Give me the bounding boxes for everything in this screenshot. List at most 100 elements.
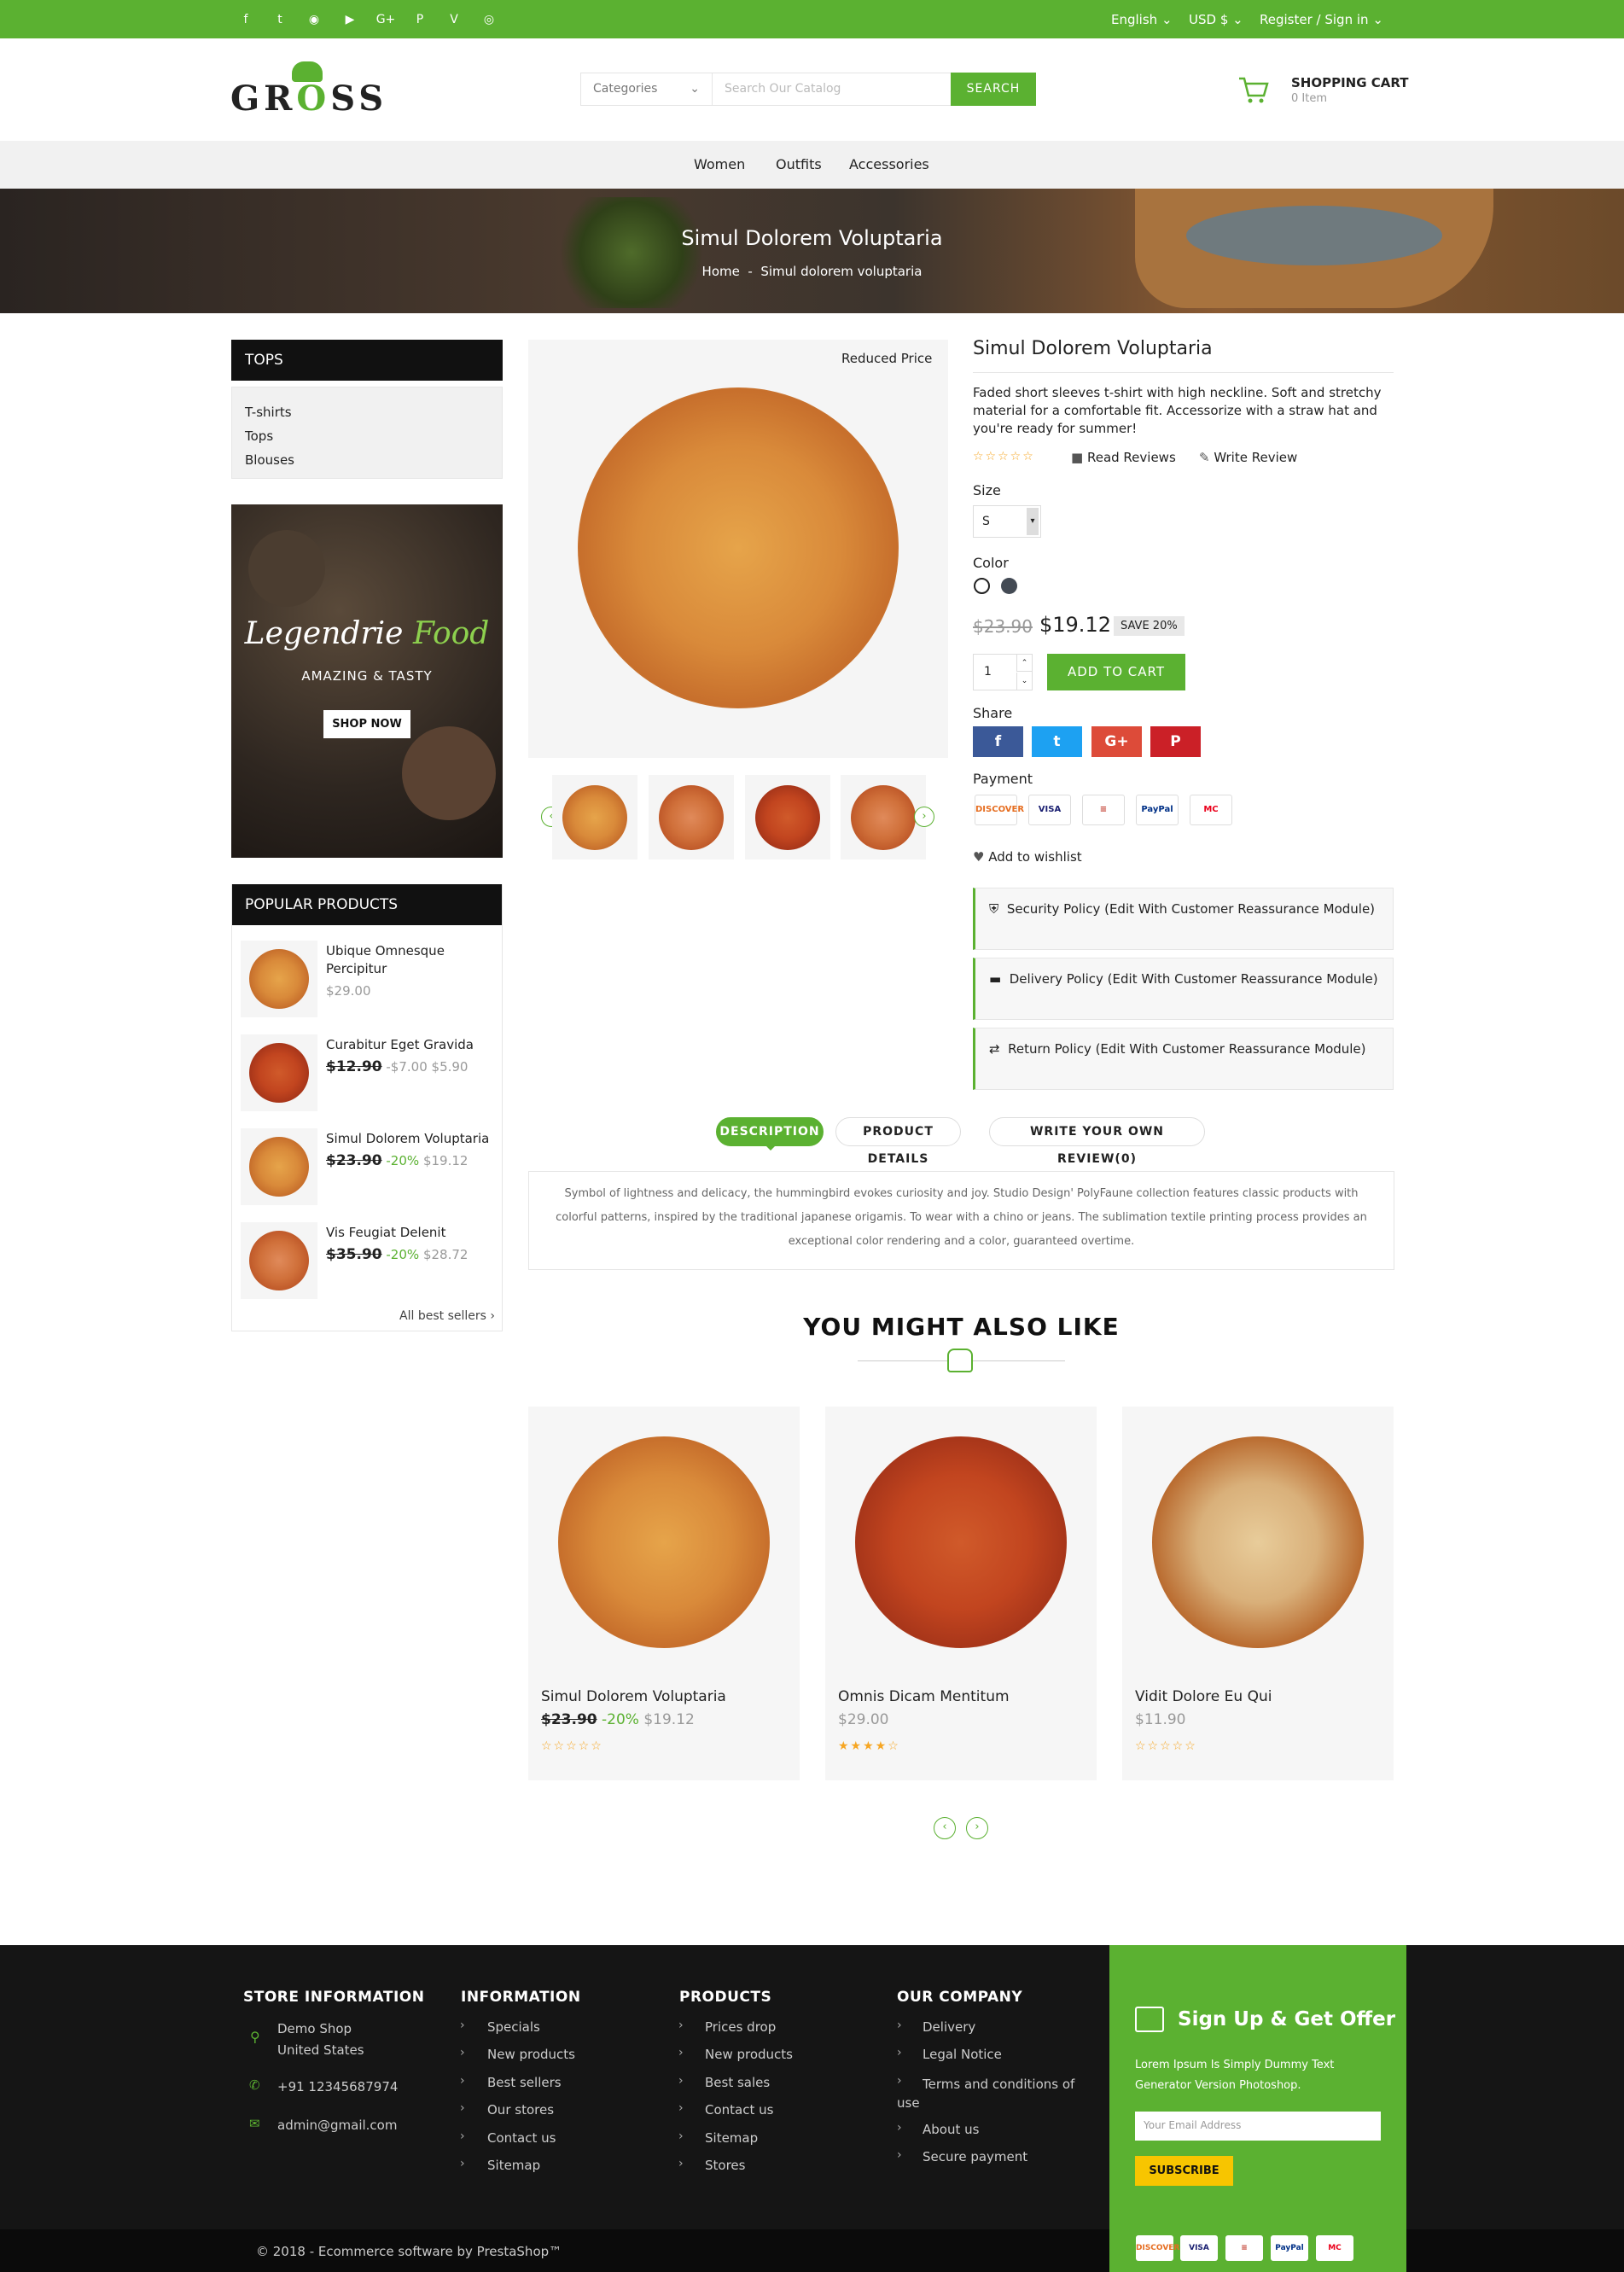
register-link[interactable]: Register [1260, 12, 1313, 27]
footer-link-sitemap[interactable]: Sitemap [487, 2158, 540, 2173]
facebook-icon[interactable]: f [237, 11, 254, 28]
youtube-icon[interactable]: ▶ [341, 11, 358, 28]
sidebar-item-tops[interactable]: Tops [245, 428, 489, 444]
decrement-icon[interactable]: ⌄ [1016, 673, 1032, 690]
pizza-image [755, 785, 820, 850]
footer-link-specials[interactable]: Specials [487, 2019, 540, 2035]
footer-link-new-products[interactable]: New products [487, 2047, 575, 2062]
footer-link-delivery[interactable]: Delivery [923, 2019, 975, 2035]
add-to-wishlist-link[interactable]: ♥ Add to wishlist [973, 849, 1082, 865]
related-product-card[interactable]: Simul Dolorem Voluptaria $23.90 -20% $19… [528, 1407, 800, 1780]
store-email[interactable]: admin@gmail.com [277, 2118, 397, 2133]
reassurance-return: ⇄ Return Policy (Edit With Customer Reas… [973, 1028, 1394, 1090]
product-name[interactable]: Curabitur Eget Gravida [326, 1036, 497, 1054]
color-swatch-white[interactable] [974, 578, 990, 594]
thumb-next-arrow[interactable]: › [914, 807, 934, 827]
product-thumb[interactable] [552, 775, 637, 859]
all-best-sellers-link[interactable]: All best sellers › [399, 1309, 495, 1323]
language-selector[interactable]: English ⌄ [1111, 12, 1173, 27]
product-thumb[interactable] [649, 775, 734, 859]
pinterest-icon[interactable]: P [411, 11, 428, 28]
footer-link-contact-us[interactable]: Contact us [705, 2102, 773, 2118]
increment-icon[interactable]: ⌃ [1016, 655, 1032, 672]
logo[interactable]: GROSS [230, 79, 387, 119]
instagram-icon[interactable]: ◎ [480, 11, 498, 28]
currency-selector[interactable]: USD $ ⌄ [1189, 12, 1243, 27]
divider [973, 372, 1394, 373]
pizza-image [249, 949, 309, 1009]
footer-link-best-sellers[interactable]: Best sellers [487, 2075, 562, 2090]
old-price: $12.90 [326, 1058, 382, 1075]
footer-link-stores[interactable]: Stores [705, 2158, 745, 2173]
account-menu[interactable]: Register / Sign in ⌄ [1260, 12, 1383, 27]
footer-link-new-products[interactable]: New products [705, 2047, 793, 2062]
color-swatch-dark[interactable] [1001, 578, 1017, 594]
footer-link-sitemap[interactable]: Sitemap [705, 2130, 758, 2146]
category-select[interactable]: Categories ⌄ [580, 73, 713, 106]
read-reviews-label: Read Reviews [1086, 450, 1176, 465]
product-thumbnail[interactable] [241, 941, 317, 1017]
cart-title[interactable]: SHOPPING CART [1291, 75, 1409, 90]
product-main-image[interactable] [528, 340, 948, 758]
sidebar-item-tshirts[interactable]: T-shirts [245, 405, 489, 420]
current-price: $19.12 [1039, 613, 1111, 637]
related-product-card[interactable]: Vidit Dolore Eu Qui $11.90 ☆☆☆☆☆ [1122, 1407, 1394, 1780]
google-plus-icon[interactable]: G+ [375, 11, 396, 28]
footer-link-our-stores[interactable]: Our stores [487, 2102, 554, 2118]
vimeo-icon[interactable]: V [445, 11, 463, 28]
breadcrumb-home[interactable]: Home [702, 264, 740, 279]
footer-link-contact-us[interactable]: Contact us [487, 2130, 556, 2146]
footer-link-legal-notice[interactable]: Legal Notice [923, 2047, 1002, 2062]
nav-item-accessories[interactable]: Accessories [849, 156, 929, 172]
product-name[interactable]: Ubique Omnesque Percipitur [326, 942, 497, 978]
newsletter-email-input[interactable]: Your Email Address [1135, 2112, 1381, 2141]
footer-link-about-us[interactable]: About us [923, 2122, 979, 2137]
product-price: $29.00 [326, 983, 371, 999]
rss-icon[interactable]: ◉ [306, 11, 323, 28]
pizza-image [562, 785, 627, 850]
write-review-link[interactable]: ✎ Write Review [1199, 450, 1297, 465]
search-button[interactable]: SEARCH [951, 73, 1036, 106]
product-name[interactable]: Vis Feugiat Delenit [326, 1224, 497, 1242]
product-thumb[interactable] [841, 775, 926, 859]
product-thumbnail[interactable] [241, 1222, 317, 1299]
sidebar-item-blouses[interactable]: Blouses [245, 452, 489, 468]
quantity-input[interactable]: 1 ⌃ ⌄ [973, 654, 1033, 690]
product-name[interactable]: Omnis Dicam Mentitum [838, 1688, 1010, 1705]
tab-description[interactable]: DESCRIPTION [716, 1117, 824, 1146]
related-next-arrow[interactable]: › [966, 1817, 988, 1839]
cart-icon[interactable] [1237, 75, 1269, 106]
share-twitter-button[interactable]: t [1032, 726, 1082, 757]
tab-write-review[interactable]: WRITE YOUR OWN REVIEW(0) [989, 1117, 1205, 1166]
footer-link-best-sales[interactable]: Best sales [705, 2075, 770, 2090]
footer-link-secure-payment[interactable]: Secure payment [923, 2149, 1027, 2164]
subscribe-button[interactable]: SUBSCRIBE [1135, 2156, 1233, 2186]
tab-product-details[interactable]: PRODUCT DETAILS [835, 1117, 961, 1166]
product-name[interactable]: Simul Dolorem Voluptaria [541, 1688, 726, 1705]
share-google-button[interactable]: G+ [1091, 726, 1142, 757]
product-thumb[interactable] [745, 775, 830, 859]
sign-in-link[interactable]: Sign in [1324, 12, 1368, 27]
product-name[interactable]: Simul Dolorem Voluptaria [326, 1130, 497, 1148]
related-product-card[interactable]: Omnis Dicam Mentitum $29.00 ★★★★☆ [825, 1407, 1097, 1780]
tops-heading: TOPS [231, 340, 503, 381]
nav-item-women[interactable]: Women [694, 156, 745, 172]
size-select[interactable]: S ▾ [973, 505, 1041, 538]
footer-link-prices-drop[interactable]: Prices drop [705, 2019, 776, 2035]
product-price: $19.12 [643, 1711, 695, 1728]
add-to-cart-button[interactable]: ADD TO CART [1047, 654, 1185, 690]
phone-icon: ✆ [249, 2077, 260, 2093]
search-input[interactable]: Search Our Catalog [713, 73, 952, 106]
product-name[interactable]: Vidit Dolore Eu Qui [1135, 1688, 1272, 1705]
nav-item-outfits[interactable]: Outfits [776, 156, 822, 172]
dropdown-arrow-icon: ▾ [1027, 508, 1039, 535]
product-thumbnail[interactable] [241, 1128, 317, 1205]
share-pinterest-button[interactable]: P [1150, 726, 1201, 757]
related-prev-arrow[interactable]: ‹ [934, 1817, 956, 1839]
read-reviews-link[interactable]: ■ Read Reviews [1071, 450, 1176, 465]
share-facebook-button[interactable]: f [973, 726, 1023, 757]
footer-link-terms[interactable]: Terms and conditions of use [897, 2075, 1093, 2112]
product-thumbnail[interactable] [241, 1034, 317, 1111]
shop-now-button[interactable]: SHOP NOW [323, 710, 410, 738]
twitter-icon[interactable]: t [271, 11, 288, 28]
